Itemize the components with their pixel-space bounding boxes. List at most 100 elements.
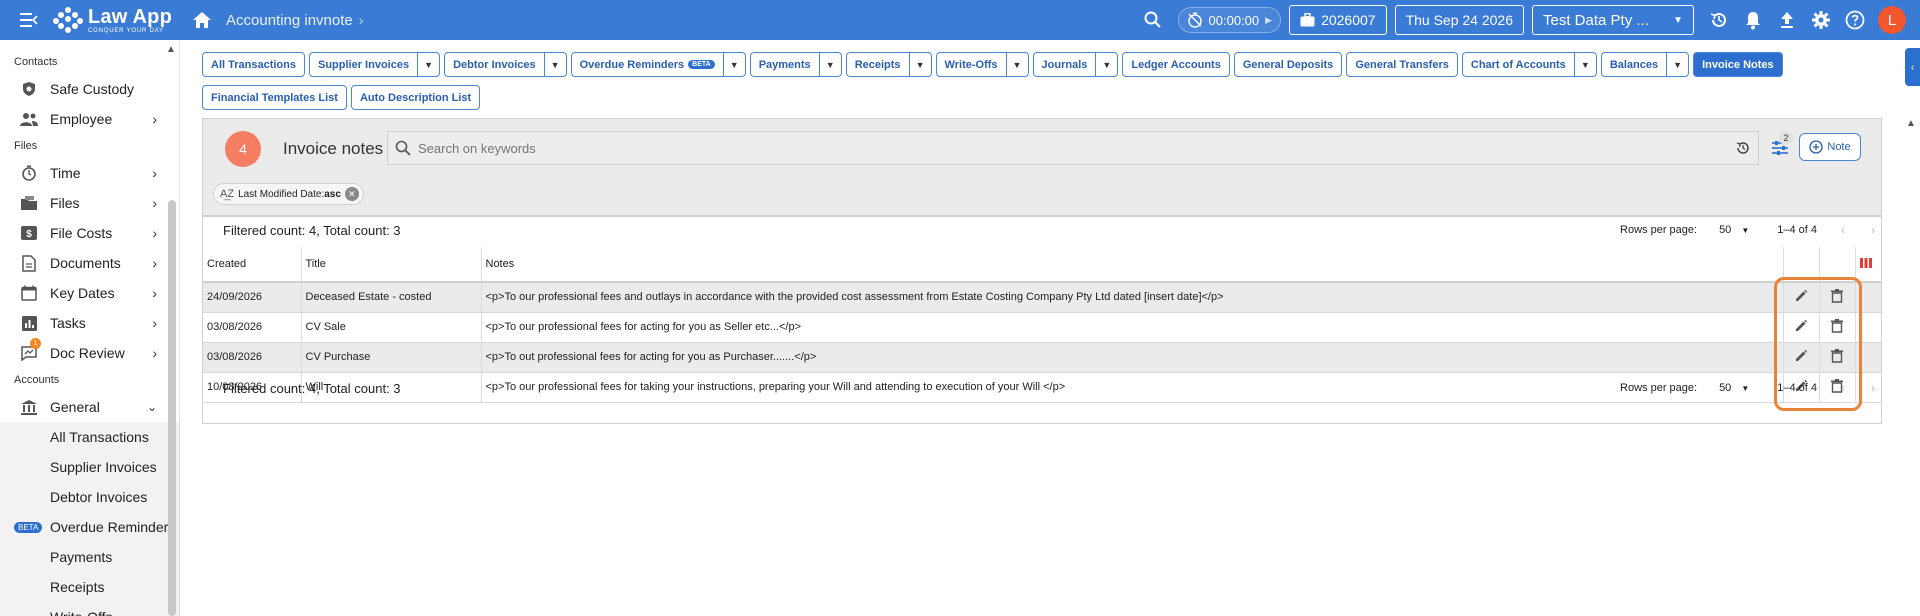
sidebar-item-tasks[interactable]: Tasks › xyxy=(0,308,179,338)
sidebar-item-files[interactable]: Files › xyxy=(0,188,179,218)
tab-dropdown-caret-icon[interactable]: ▼ xyxy=(722,53,745,76)
help-icon[interactable] xyxy=(1842,7,1868,33)
search-icon[interactable] xyxy=(1140,7,1166,33)
delete-trash-icon[interactable] xyxy=(1831,288,1843,303)
tab-payments[interactable]: Payments ▼ xyxy=(749,52,842,77)
column-header-title[interactable]: Title xyxy=(301,247,482,283)
column-settings[interactable] xyxy=(1855,247,1881,283)
bell-icon[interactable] xyxy=(1740,7,1766,33)
safe-custody-icon xyxy=(20,80,38,98)
column-header-created[interactable]: Created xyxy=(203,247,302,283)
tab-dropdown-caret-icon[interactable]: ▼ xyxy=(1666,53,1688,76)
scroll-up-icon[interactable]: ▲ xyxy=(166,44,176,55)
tab-overdue-reminders[interactable]: Overdue Reminders BETA ▼ xyxy=(570,52,746,77)
filter-button[interactable]: 2 xyxy=(1765,131,1795,163)
sidebar-subitem-all-transactions[interactable]: All Transactions xyxy=(0,422,179,452)
sidebar-item-key-dates[interactable]: Key Dates › xyxy=(0,278,179,308)
sidebar-subitem-overdue-reminder[interactable]: BETA Overdue Reminder xyxy=(0,512,179,542)
menu-collapse-icon[interactable] xyxy=(18,9,40,31)
sidebar-item-employee[interactable]: Employee › xyxy=(0,104,179,134)
sidebar-item-label: Doc Review xyxy=(50,345,125,361)
scroll-up-icon[interactable]: ▲ xyxy=(1906,118,1916,129)
tab-all-transactions[interactable]: All Transactions xyxy=(202,52,305,77)
tab-invoice-notes[interactable]: Invoice Notes xyxy=(1693,52,1783,77)
page-title: Invoice notes xyxy=(283,139,384,158)
app-logo[interactable]: Law App CONQUER YOUR DAY xyxy=(52,5,172,35)
rows-per-page-select[interactable]: 50 ▼ xyxy=(1719,382,1749,394)
tab-label: Journals xyxy=(1041,58,1088,71)
sidebar-item-doc-review[interactable]: 1 Doc Review › xyxy=(0,338,179,368)
table-row[interactable]: 03/08/2026 CV Sale <p>To our professional … xyxy=(203,312,1881,343)
tab-dropdown-caret-icon[interactable]: ▼ xyxy=(1005,53,1028,76)
sidebar-subitem-supplier-invoices[interactable]: Supplier Invoices xyxy=(0,452,179,482)
edit-pencil-icon[interactable] xyxy=(1794,349,1808,363)
tab-supplier-invoices[interactable]: Supplier Invoices ▼ xyxy=(308,52,441,77)
tab-label: General Transfers xyxy=(1355,58,1449,71)
tab-chart-of-accounts[interactable]: Chart of Accounts ▼ xyxy=(1461,52,1597,77)
tab-write-offs[interactable]: Write-Offs ▼ xyxy=(935,52,1029,77)
cell-spacer xyxy=(1855,282,1881,313)
user-avatar[interactable]: L xyxy=(1878,6,1906,34)
history-icon[interactable] xyxy=(1706,7,1732,33)
tab-dropdown-caret-icon[interactable]: ▼ xyxy=(543,53,566,76)
column-header-notes[interactable]: Notes xyxy=(481,247,1784,283)
add-note-button[interactable]: Note xyxy=(1799,133,1861,161)
table-row[interactable]: 03/08/2026 CV Purchase <p>To out professio… xyxy=(203,342,1881,373)
gear-icon[interactable] xyxy=(1808,7,1834,33)
upload-icon[interactable] xyxy=(1774,7,1800,33)
scrollbar-thumb[interactable] xyxy=(168,200,176,616)
remove-sort-icon[interactable]: ✕ xyxy=(344,187,359,201)
tab-dropdown-caret-icon[interactable]: ▼ xyxy=(1573,53,1596,76)
next-page-icon[interactable]: › xyxy=(1871,381,1875,395)
prev-page-icon[interactable]: ‹ xyxy=(1841,381,1845,395)
edit-pencil-icon[interactable] xyxy=(1794,289,1808,303)
home-icon[interactable] xyxy=(190,8,214,32)
delete-trash-icon[interactable] xyxy=(1831,348,1843,363)
tab-dropdown-caret-icon[interactable]: ▼ xyxy=(908,53,931,76)
search-history-icon[interactable] xyxy=(1728,140,1758,156)
tab-general-deposits[interactable]: General Deposits xyxy=(1233,52,1343,77)
tab-general-transfers[interactable]: General Transfers xyxy=(1346,52,1458,77)
timer-value: 00:00:00 xyxy=(1208,12,1260,28)
edit-pencil-icon[interactable] xyxy=(1794,319,1808,333)
next-page-icon[interactable]: › xyxy=(1871,223,1875,237)
sidebar-subitem-write-offs[interactable]: Write-Offs xyxy=(0,602,179,616)
rows-per-page-select[interactable]: 50 ▼ xyxy=(1719,224,1749,236)
sidebar-subitem-receipts[interactable]: Receipts xyxy=(0,572,179,602)
company-select[interactable]: Test Data Pty ... ▼ xyxy=(1532,5,1694,35)
tab-journals[interactable]: Journals ▼ xyxy=(1032,52,1119,77)
search-input[interactable] xyxy=(418,140,1728,156)
tab-label: Invoice Notes xyxy=(1702,58,1774,71)
tab-dropdown-caret-icon[interactable]: ▼ xyxy=(417,53,439,76)
sidebar-subitem-debtor-invoices[interactable]: Debtor Invoices xyxy=(0,482,179,512)
tab-receipts[interactable]: Receipts ▼ xyxy=(845,52,932,77)
delete-trash-icon[interactable] xyxy=(1831,318,1843,333)
sidebar-item-documents[interactable]: Documents › xyxy=(0,248,179,278)
file-number-button[interactable]: 2026007 xyxy=(1289,5,1387,35)
table-row[interactable]: 24/09/2026 Deceased Estate - costed <p>To … xyxy=(203,282,1881,313)
search-bar[interactable] xyxy=(387,131,1759,165)
tab-dropdown-caret-icon[interactable]: ▼ xyxy=(818,53,841,76)
sidebar-item-time[interactable]: Time › xyxy=(0,158,179,188)
play-icon[interactable]: ▶ xyxy=(1265,15,1272,26)
breadcrumb-current[interactable]: Accounting invnote xyxy=(226,12,353,29)
prev-page-icon[interactable]: ‹ xyxy=(1841,223,1845,237)
sidebar-item-safe-custody[interactable]: Safe Custody xyxy=(0,74,179,104)
sidebar-item-general[interactable]: General ⌄ xyxy=(0,392,179,422)
tab-dropdown-caret-icon[interactable]: ▼ xyxy=(1095,53,1117,76)
timer-widget[interactable]: 00:00:00 ▶ xyxy=(1177,7,1282,33)
right-panel-toggle[interactable]: ‹ xyxy=(1905,48,1920,86)
tab-ledger-accounts[interactable]: Ledger Accounts xyxy=(1122,52,1230,77)
sort-chip[interactable]: A͢Z Last Modified Date: asc ✕ xyxy=(213,183,364,205)
columns-icon[interactable] xyxy=(1859,257,1872,268)
tab-auto-description-list[interactable]: Auto Description List xyxy=(350,85,481,110)
sidebar-scrollbar[interactable]: ▲ xyxy=(166,40,178,616)
tab-financial-templates-list[interactable]: Financial Templates List xyxy=(202,85,347,110)
tab-debtor-invoices[interactable]: Debtor Invoices ▼ xyxy=(444,52,567,77)
rows-per-page-label: Rows per page: xyxy=(1620,224,1698,236)
document-icon xyxy=(20,254,38,272)
sidebar-subitem-payments[interactable]: Payments xyxy=(0,542,179,572)
date-button[interactable]: Thu Sep 24 2026 xyxy=(1394,5,1524,35)
sidebar-item-file-costs[interactable]: $ File Costs › xyxy=(0,218,179,248)
tab-balances[interactable]: Balances ▼ xyxy=(1600,52,1690,77)
